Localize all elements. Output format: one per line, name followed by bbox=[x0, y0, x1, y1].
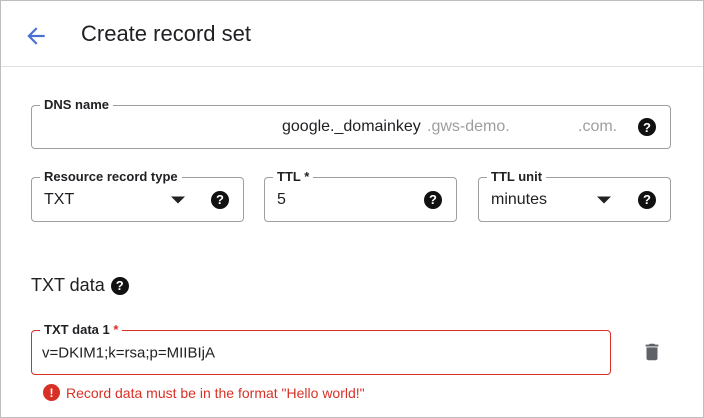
record-type-label: Resource record type bbox=[40, 169, 182, 185]
chevron-down-icon[interactable] bbox=[597, 196, 611, 203]
ttl-field[interactable]: TTL * 5 ? bbox=[264, 169, 457, 222]
dns-suffix-domain: .gws-demo. bbox=[427, 118, 510, 135]
validation-error: ! Record data must be in the format "Hel… bbox=[43, 384, 365, 401]
txt-data-1-field[interactable]: TXT data 1 * v=DKIM1;k=rsa;p=MIIBIjA bbox=[31, 322, 611, 375]
ttl-unit-select[interactable]: TTL unit minutes ? bbox=[478, 169, 671, 222]
ttl-label: TTL * bbox=[273, 169, 314, 185]
record-type-value: TXT bbox=[44, 190, 75, 208]
dns-suffix-tld: .com. bbox=[578, 118, 618, 135]
dns-name-field[interactable]: DNS name google._domainkey .gws-demo. .c… bbox=[31, 97, 671, 149]
arrow-back-icon bbox=[27, 27, 45, 45]
dns-name-input[interactable]: google._domainkey bbox=[282, 118, 421, 136]
txt-data-1-input[interactable]: v=DKIM1;k=rsa;p=MIIBIjA bbox=[42, 344, 215, 361]
ttl-help-icon[interactable]: ? bbox=[424, 190, 442, 209]
chevron-down-icon[interactable] bbox=[171, 196, 185, 203]
ttl-input[interactable]: 5 bbox=[277, 191, 286, 209]
page-title: Create record set bbox=[81, 21, 251, 46]
dns-name-help-icon[interactable]: ? bbox=[638, 118, 656, 136]
txt-data-heading: TXT data ? bbox=[31, 275, 129, 296]
error-message: Record data must be in the format "Hello… bbox=[66, 384, 365, 401]
error-icon: ! bbox=[43, 384, 60, 401]
ttl-unit-value: minutes bbox=[491, 190, 548, 208]
record-type-help-icon[interactable]: ? bbox=[211, 190, 229, 209]
delete-icon[interactable] bbox=[641, 341, 663, 363]
dns-name-label: DNS name bbox=[40, 97, 114, 113]
txt-data-help-icon[interactable]: ? bbox=[110, 276, 129, 295]
back-button[interactable] bbox=[19, 19, 53, 53]
txt-data-1-label: TXT data 1 * bbox=[40, 322, 123, 338]
ttl-unit-label: TTL unit bbox=[487, 169, 547, 185]
create-record-set-panel: Create record set DNS name google._domai… bbox=[0, 0, 704, 418]
record-type-select[interactable]: Resource record type TXT ? bbox=[31, 169, 244, 222]
ttl-unit-help-icon[interactable]: ? bbox=[638, 190, 656, 209]
page-header: Create record set bbox=[1, 1, 703, 67]
